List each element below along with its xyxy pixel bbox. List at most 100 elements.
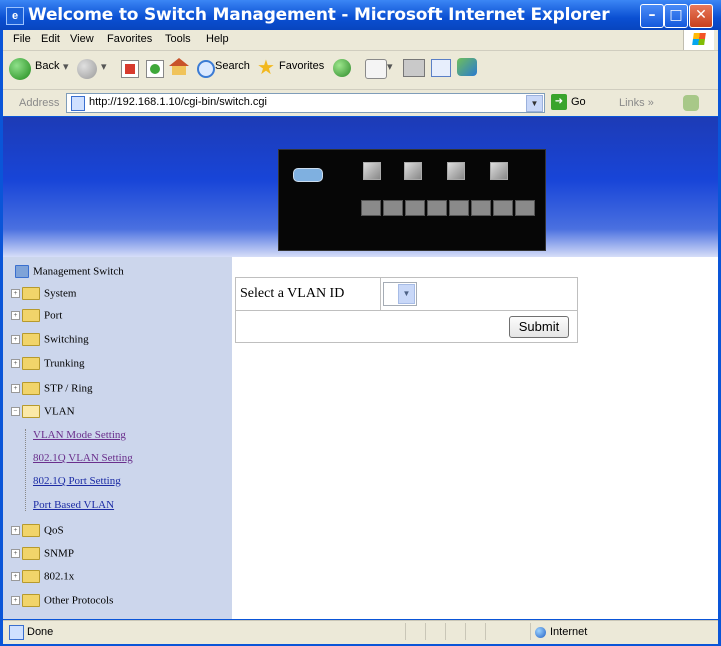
sidebar-item-port[interactable]: + Port: [11, 309, 62, 327]
vlan-select-label: Select a VLAN ID: [240, 286, 345, 301]
collapse-icon[interactable]: −: [11, 407, 20, 416]
toolbar-extension-icon[interactable]: [683, 95, 699, 111]
folder-icon: [22, 524, 40, 537]
security-zone: Internet: [550, 626, 588, 638]
address-url[interactable]: http://192.168.1.10/cgi-bin/switch.cgi: [89, 96, 267, 108]
menu-file[interactable]: File: [13, 33, 31, 45]
ethernet-port-icon: [383, 200, 403, 216]
expand-icon[interactable]: +: [11, 549, 20, 558]
go-arrow-icon: ➜: [551, 94, 567, 110]
submit-button[interactable]: Submit: [509, 316, 569, 338]
expand-icon[interactable]: +: [11, 311, 20, 320]
back-dropdown-icon[interactable]: ▾: [63, 60, 69, 73]
sidebar-item-label: Port: [44, 309, 63, 322]
expand-icon[interactable]: +: [11, 359, 20, 368]
folder-icon: [22, 287, 40, 300]
favorites-button[interactable]: Favorites: [279, 60, 324, 72]
banner: [3, 117, 718, 257]
chevron-down-icon[interactable]: ▼: [398, 284, 415, 304]
browser-window: e Welcome to Switch Management - Microso…: [0, 0, 721, 646]
windows-logo-icon: [683, 30, 714, 50]
close-button[interactable]: ✕: [689, 4, 713, 28]
go-button[interactable]: ➜ Go: [551, 94, 587, 111]
sidebar-tree: Management Switch + System + Port + Switchi…: [3, 257, 232, 619]
sidebar-item-8021x[interactable]: +802.1x: [11, 570, 74, 588]
sfp-port-icon: [404, 162, 422, 180]
edit-icon[interactable]: [431, 59, 451, 77]
messenger-icon[interactable]: [457, 58, 477, 76]
expand-icon[interactable]: +: [11, 289, 20, 298]
link-vlan-mode-setting[interactable]: VLAN Mode Setting: [33, 429, 126, 441]
menu-tools[interactable]: Tools: [165, 33, 191, 45]
sfp-port-icon: [490, 162, 508, 180]
sidebar-item-snmp[interactable]: + SNMP: [11, 547, 74, 565]
sidebar-item-label: SNMP: [44, 547, 74, 560]
vlan-id-select[interactable]: ▼: [383, 282, 417, 306]
status-divider: [405, 623, 406, 640]
ethernet-port-icon: [361, 200, 381, 216]
mail-dropdown-icon[interactable]: ▾: [387, 60, 393, 73]
page-icon: [71, 96, 85, 111]
expand-icon[interactable]: +: [11, 572, 20, 581]
sidebar-item-qos[interactable]: + QoS: [11, 524, 64, 542]
ethernet-port-icon: [493, 200, 513, 216]
status-divider: [530, 623, 531, 640]
address-bar: Address http://192.168.1.10/cgi-bin/swit…: [3, 90, 718, 116]
status-divider: [445, 623, 446, 640]
computer-icon: [15, 265, 29, 278]
ethernet-port-icon: [427, 200, 447, 216]
forward-dropdown-icon[interactable]: ▾: [101, 60, 107, 73]
cell-divider: [380, 278, 381, 310]
menu-help[interactable]: Help: [206, 33, 229, 45]
link-8021q-vlan-setting[interactable]: 802.1Q VLAN Setting: [33, 452, 133, 464]
menu-favorites[interactable]: Favorites: [107, 33, 152, 45]
minimize-button[interactable]: –: [640, 4, 664, 28]
folder-icon: [22, 382, 40, 395]
back-button[interactable]: Back: [35, 60, 59, 72]
sidebar-item-system[interactable]: + System: [11, 287, 76, 305]
sidebar-item-label: STP / Ring: [44, 382, 93, 395]
mail-icon[interactable]: [365, 59, 387, 79]
address-input[interactable]: http://192.168.1.10/cgi-bin/switch.cgi ▼: [66, 93, 545, 113]
sidebar-item-other-protocols[interactable]: + Other Protocols: [11, 594, 113, 612]
ie-logo-icon: e: [6, 7, 24, 25]
sfp-port-icon: [363, 162, 381, 180]
go-label: Go: [571, 96, 586, 108]
sidebar-item-trunking[interactable]: + Trunking: [11, 357, 85, 375]
address-dropdown-icon[interactable]: ▼: [526, 95, 543, 112]
sidebar-item-label: Trunking: [44, 357, 85, 370]
link-8021q-port-setting[interactable]: 802.1Q Port Setting: [33, 475, 121, 487]
expand-icon[interactable]: +: [11, 526, 20, 535]
search-button[interactable]: Search: [215, 60, 250, 72]
sidebar-item-stp-ring[interactable]: + STP / Ring: [11, 382, 93, 400]
refresh-icon[interactable]: [146, 60, 164, 78]
media-icon[interactable]: [333, 59, 351, 77]
toolbar: Back ▾ ▾ Search ★ Favorites ▾: [3, 51, 718, 90]
search-icon[interactable]: [197, 60, 215, 78]
tree-root[interactable]: Management Switch: [13, 265, 124, 278]
print-icon[interactable]: [403, 59, 425, 77]
menu-edit[interactable]: Edit: [41, 33, 60, 45]
sidebar-item-label: Switching: [44, 333, 89, 346]
forward-arrow-icon[interactable]: [77, 59, 97, 79]
expand-icon[interactable]: +: [11, 384, 20, 393]
favorites-star-icon[interactable]: ★: [257, 55, 275, 80]
stop-icon[interactable]: [121, 60, 139, 78]
title-bar: e Welcome to Switch Management - Microso…: [0, 0, 721, 30]
expand-icon[interactable]: +: [11, 596, 20, 605]
menu-view[interactable]: View: [70, 33, 94, 45]
sidebar-item-label: 802.1x: [44, 570, 75, 583]
links-button[interactable]: Links »: [619, 97, 654, 109]
sidebar-item-switching[interactable]: + Switching: [11, 333, 89, 351]
window-title: Welcome to Switch Management - Microsoft…: [28, 5, 610, 25]
sfp-port-icon: [447, 162, 465, 180]
sidebar-item-label: System: [44, 287, 77, 300]
expand-icon[interactable]: +: [11, 335, 20, 344]
back-arrow-icon[interactable]: [9, 58, 31, 80]
sidebar-item-vlan[interactable]: − VLAN: [11, 405, 75, 423]
maximize-button[interactable]: □: [664, 4, 688, 28]
internet-zone-icon: [535, 627, 546, 638]
switch-panel-image: [278, 149, 546, 251]
home-icon[interactable]: [169, 58, 189, 76]
link-port-based-vlan[interactable]: Port Based VLAN: [33, 499, 114, 511]
